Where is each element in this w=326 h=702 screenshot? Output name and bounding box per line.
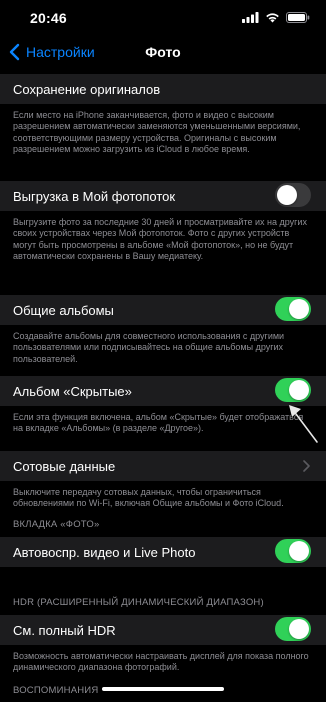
cell-label: Общие альбомы [13,302,114,318]
toggle-knob [289,541,309,561]
toggle-knob [277,185,297,205]
home-indicator [102,687,224,691]
cell-label: Альбом «Скрытые» [13,383,132,399]
page-title: Фото [145,44,181,60]
cell-label: Сохранение оригиналов [13,81,161,97]
cellular-footer: Выключите передачу сотовых данных, чтобы… [13,487,284,509]
annotation-arrow [289,405,318,443]
cell-label: См. полный HDR [13,622,116,638]
cell-shared-albums: Общие альбомы [0,295,326,325]
toggle-knob [289,380,309,400]
cell-label: Выгрузка в Мой фотопоток [13,188,176,204]
cell-hidden-album: Альбом «Скрытые» [0,376,326,406]
hdr-footer: Возможность автоматически настраивать ди… [13,651,309,673]
cell-autoplay-video: Автовоспр. видео и Live Photo [0,537,326,567]
cell-my-photostream: Выгрузка в Мой фотопоток [0,181,326,211]
autoplay-toggle[interactable] [275,539,311,563]
photostream-toggle[interactable] [275,183,311,207]
hidden-album-footer: Если эта функция включена, альбом «Скрыт… [13,412,304,434]
cell-label: Автовоспр. видео и Live Photo [13,544,196,560]
photos-tab-header: ВКЛАДКА «ФОТО» [13,519,100,530]
toggle-knob [289,299,309,319]
battery-icon [286,12,310,23]
signal-icon [242,12,259,23]
wifi-icon [266,13,279,23]
status-time: 20:46 [30,10,67,26]
cell-full-hdr: См. полный HDR [0,615,326,645]
toggle-knob [289,619,309,639]
settings-list: Сохранение оригиналов Если место на iPho… [0,74,326,699]
hdr-header: HDR (РАСШИРЕННЫЙ ДИНАМИЧЕСКИЙ ДИАПАЗОН) [13,597,264,608]
hidden-album-toggle[interactable] [275,378,311,402]
shared-albums-footer: Создавайте альбомы для совместного испол… [13,331,285,364]
status-icons [242,12,310,23]
cell-cellular-data[interactable]: Сотовые данные [0,451,326,481]
photostream-footer: Выгрузите фото за последние 30 дней и пр… [13,217,307,261]
navigation-bar: Настройки Фото [0,34,326,74]
cell-keep-originals[interactable]: Сохранение оригиналов [0,74,326,104]
shared-albums-toggle[interactable] [275,297,311,321]
originals-footer: Если место на iPhone заканчивается, фото… [13,110,301,154]
chevron-right-icon [303,460,310,472]
hdr-toggle[interactable] [275,617,311,641]
status-bar: 20:46 [0,0,326,34]
cell-label: Сотовые данные [13,458,116,474]
